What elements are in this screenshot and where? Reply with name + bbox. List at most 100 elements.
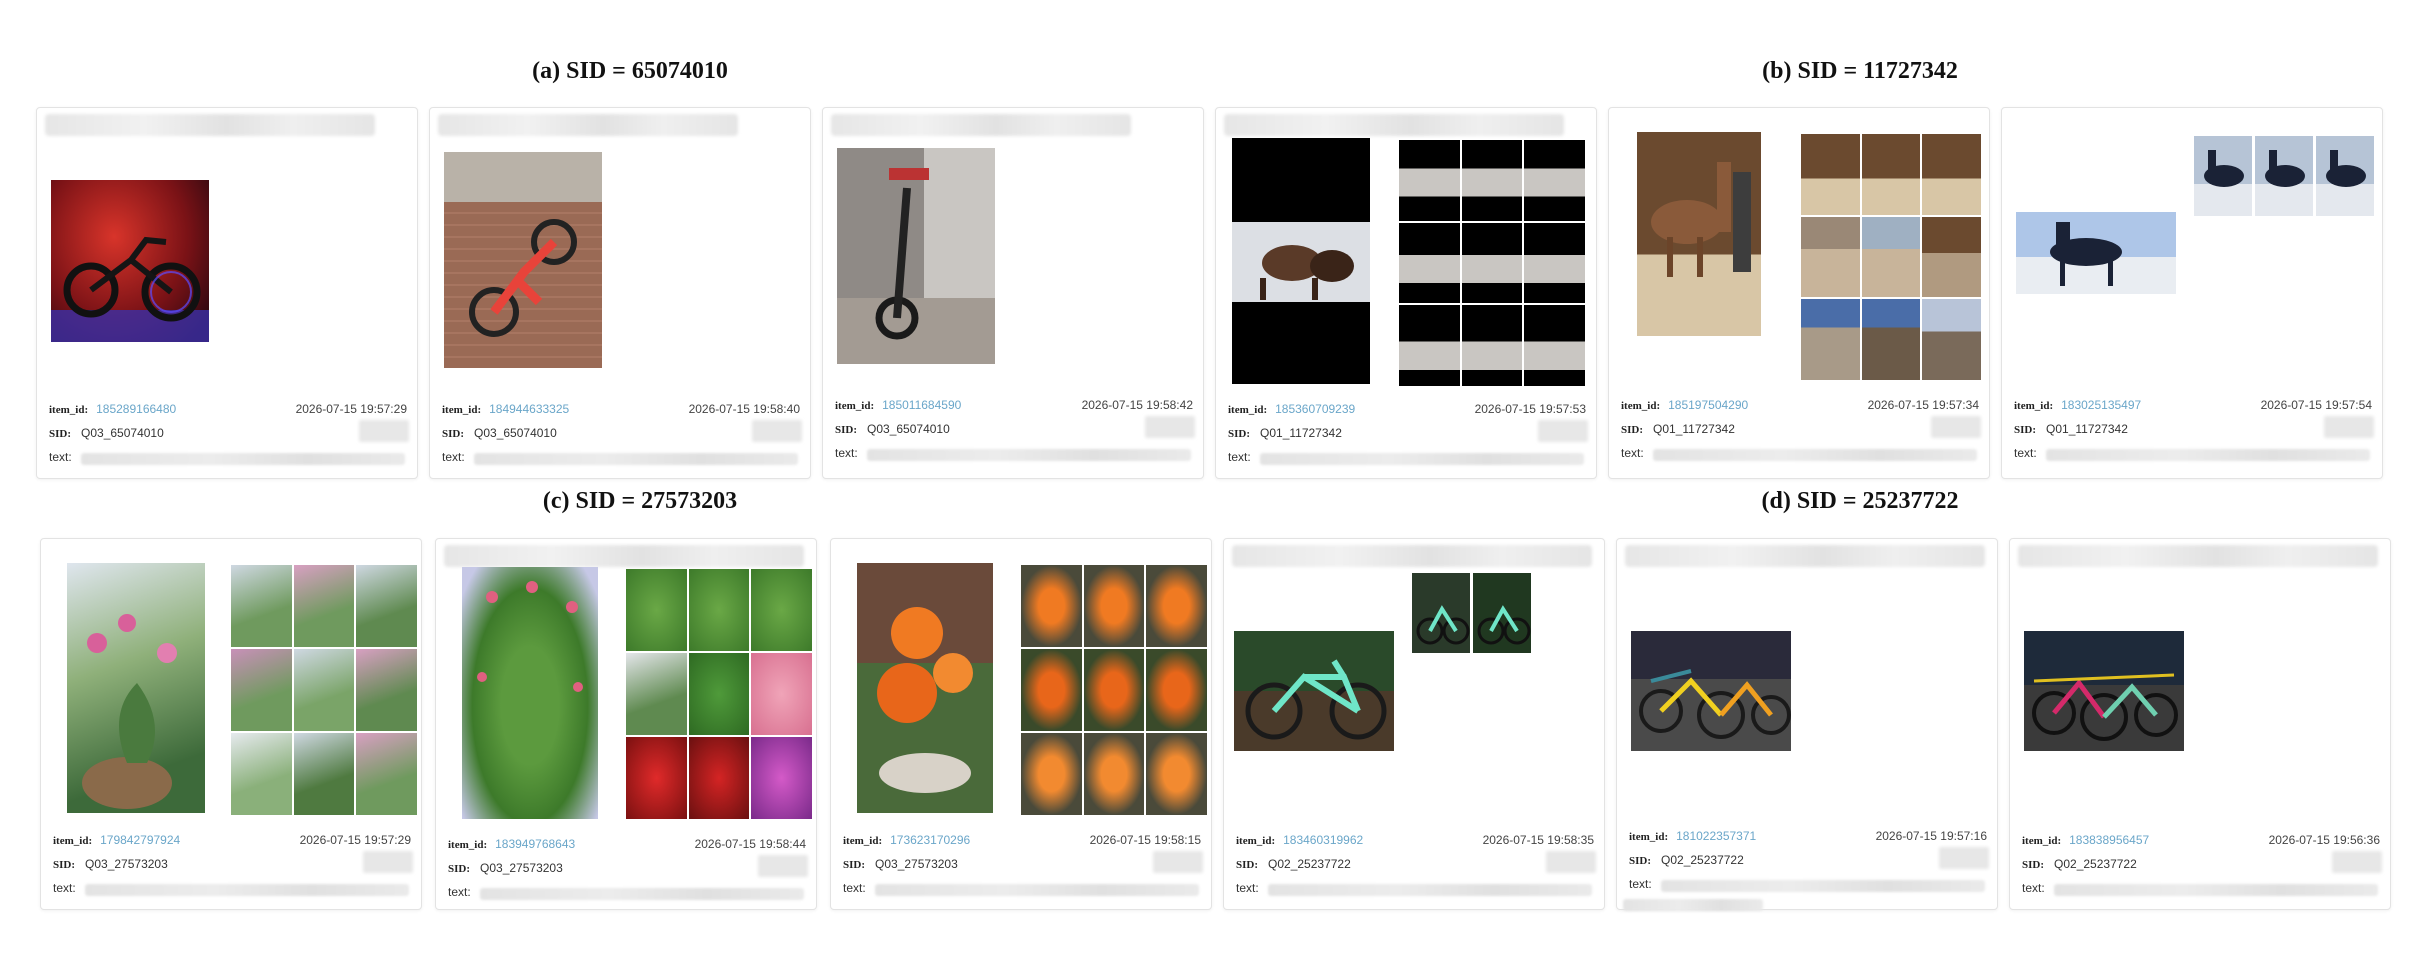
sid-label: SID: [1621, 424, 1644, 436]
sid-row: SID: Q02_25237722 [1236, 857, 1594, 871]
horse-thumbnail-grid [1399, 140, 1585, 386]
thumbnail [1021, 733, 1082, 815]
thumbnail [293, 649, 355, 731]
result-card[interactable]: item_id: 185289166480 2026-07-15 19:57:29… [36, 107, 418, 479]
result-card[interactable]: item_id: 181022357371 2026-07-15 19:57:16… [1616, 538, 1998, 911]
blurred-text [2046, 449, 2370, 461]
blurred-text [474, 453, 798, 465]
text-label: text: [1621, 446, 1644, 460]
thumbnail [626, 737, 687, 819]
timestamp: 2026-07-15 19:58:44 [694, 837, 806, 851]
caption-d: (d) SID = 25237722 [1761, 488, 1959, 514]
motorbike-photo [51, 180, 209, 342]
sid-row: SID: Q03_27573203 [53, 857, 411, 871]
item-id-link[interactable]: 183838956457 [2069, 833, 2149, 847]
blurred-text [867, 449, 1191, 461]
text-label: text: [1228, 450, 1251, 464]
thumbnail [1922, 299, 1981, 380]
text-label: text: [448, 885, 471, 899]
horse-rider-photo [1232, 138, 1370, 384]
item-id-link[interactable]: 185197504290 [1668, 398, 1748, 412]
sid-row: SID: Q03_27573203 [448, 861, 806, 875]
parked-bikes-photo [2024, 631, 2184, 751]
timestamp: 2026-07-15 19:58:15 [1089, 833, 1201, 847]
blurred-text [1260, 453, 1584, 465]
item-id-link[interactable]: 183025135497 [2061, 398, 2141, 412]
bike-on-bricks-photo [444, 152, 602, 368]
thumbnail [1146, 565, 1207, 647]
result-card[interactable]: item_id: 185360709239 2026-07-15 19:57:53… [1215, 107, 1597, 479]
caption-a: (a) SID = 65074010 [532, 58, 728, 84]
result-card[interactable]: item_id: 185011684590 2026-07-15 19:58:42… [822, 107, 1204, 479]
result-card[interactable]: item_id: 183460319962 2026-07-15 19:58:35… [1223, 538, 1605, 910]
bike-by-wall-photo [837, 148, 995, 364]
item-id-link[interactable]: 183460319962 [1283, 833, 1363, 847]
sid-value: Q02_25237722 [2054, 857, 2137, 871]
thumbnail [1146, 733, 1207, 815]
result-card[interactable]: item_id: 183025135497 2026-07-15 19:57:54… [2001, 107, 2383, 479]
item-id-link[interactable]: 185289166480 [96, 402, 176, 416]
text-label: text: [835, 446, 858, 460]
item-id-label: item_id: [2014, 400, 2054, 412]
timestamp: 2026-07-15 19:57:29 [299, 833, 411, 847]
sid-value: Q03_27573203 [85, 857, 168, 871]
sid-value: Q03_65074010 [474, 426, 557, 440]
sid-row: SID: Q03_27573203 [843, 857, 1201, 871]
thumbnail [2194, 136, 2252, 216]
item-id-link[interactable]: 179842797924 [100, 833, 180, 847]
thumbnail [1399, 305, 1460, 386]
sid-value: Q02_25237722 [1268, 857, 1351, 871]
result-card[interactable]: item_id: 185197504290 2026-07-15 19:57:34… [1608, 107, 1990, 479]
text-label: text: [53, 881, 76, 895]
result-card[interactable]: item_id: 184944633325 2026-07-15 19:58:40… [429, 107, 811, 479]
item-id-label: item_id: [53, 835, 93, 847]
blurred-text [85, 884, 409, 896]
text-label: text: [1629, 877, 1652, 891]
sid-label: SID: [2014, 424, 2037, 436]
timestamp: 2026-07-15 19:58:35 [1482, 833, 1594, 847]
timestamp: 2026-07-15 19:57:29 [295, 402, 407, 416]
item-id-label: item_id: [835, 400, 875, 412]
thumbnail [1861, 299, 1921, 380]
thumbnail [1146, 649, 1207, 731]
blurred-text [1623, 899, 1763, 911]
result-card[interactable]: item_id: 173623170296 2026-07-15 19:58:15… [830, 538, 1212, 910]
item-id-link[interactable]: 181022357371 [1676, 829, 1756, 843]
orange-flower-photo [857, 563, 993, 813]
blurred-title [438, 114, 738, 136]
result-card[interactable]: item_id: 183838956457 2026-07-15 19:56:36… [2009, 538, 2391, 910]
thumbnail [1524, 140, 1585, 221]
sid-value: Q01_11727342 [2046, 422, 2128, 436]
result-card[interactable]: item_id: 183949768643 2026-07-15 19:58:44… [435, 538, 817, 910]
sid-row: SID: Q02_25237722 [2022, 857, 2380, 871]
thumbnail [1524, 222, 1585, 304]
item-id-label: item_id: [843, 835, 883, 847]
item-id-link[interactable]: 185360709239 [1275, 402, 1355, 416]
caption-b: (b) SID = 11727342 [1762, 58, 1958, 84]
item-id-link[interactable]: 183949768643 [495, 837, 575, 851]
thumbnail [1801, 299, 1860, 380]
sid-value: Q03_27573203 [875, 857, 958, 871]
blurred-text [2054, 884, 2378, 896]
item-id-link[interactable]: 185011684590 [882, 398, 961, 412]
timestamp: 2026-07-15 19:57:34 [1867, 398, 1979, 412]
blurred-text [480, 888, 804, 900]
thumbnail [1083, 733, 1145, 815]
thumbnail [1922, 134, 1981, 215]
thumbnail [1412, 573, 1470, 653]
thumbnail [231, 649, 292, 731]
item-id-label: item_id: [442, 404, 482, 416]
item-id-label: item_id: [1629, 831, 1669, 843]
blurred-title [1625, 545, 1985, 567]
item-id-link[interactable]: 184944633325 [489, 402, 569, 416]
blurred-text [1661, 880, 1985, 892]
sid-label: SID: [53, 859, 76, 871]
thumbnail [1461, 222, 1523, 304]
sid-value: Q03_65074010 [81, 426, 164, 440]
thumbnail [1083, 649, 1145, 731]
text-label: text: [2014, 446, 2037, 460]
blurred-text [81, 453, 405, 465]
item-id-link[interactable]: 173623170296 [890, 833, 970, 847]
thumbnail [1461, 305, 1523, 386]
result-card[interactable]: item_id: 179842797924 2026-07-15 19:57:29… [40, 538, 422, 910]
